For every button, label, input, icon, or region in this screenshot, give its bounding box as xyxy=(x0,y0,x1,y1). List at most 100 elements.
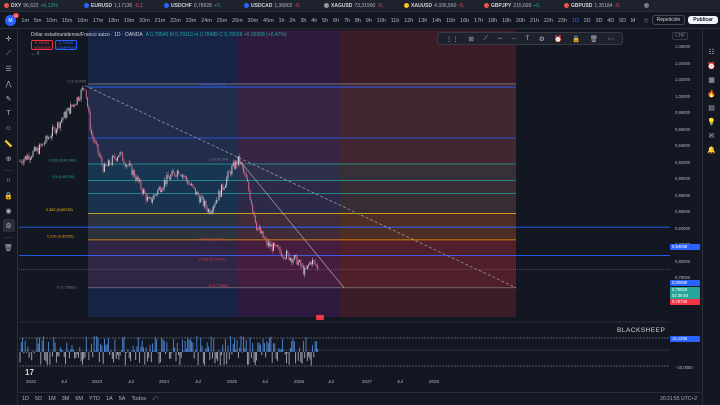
alert-icon[interactable]: ⏰ xyxy=(554,35,562,43)
watchlist-icon[interactable]: ☷ xyxy=(708,48,714,56)
timeframe-12h[interactable]: 12h xyxy=(402,18,416,24)
timeframe-16h[interactable]: 16h xyxy=(458,18,472,24)
timeframe-20h[interactable]: 20h xyxy=(514,18,528,24)
ruler-icon[interactable]: 📏 xyxy=(3,137,15,150)
timeframe-21h[interactable]: 21h xyxy=(528,18,542,24)
timeframe-11h[interactable]: 11h xyxy=(388,18,402,24)
ticker-item[interactable]: EURUSD 1,17136 -0,1 xyxy=(80,3,160,9)
timeframe-10h[interactable]: 10h xyxy=(374,18,388,24)
timeframe-5D[interactable]: 5D xyxy=(617,18,629,24)
timeframe-14h[interactable]: 14h xyxy=(430,18,444,24)
timeframe-3D[interactable]: 3D xyxy=(593,18,605,24)
timeframe-16m[interactable]: 16m xyxy=(75,18,90,24)
alerts-icon[interactable]: ⏰ xyxy=(707,62,716,70)
replay-button[interactable]: Repetición xyxy=(651,15,686,25)
timeframe-4h[interactable]: 4h xyxy=(309,18,320,24)
data-window-icon[interactable]: ▦ xyxy=(708,76,715,84)
range-YTD[interactable]: YTD xyxy=(86,396,103,402)
camera-icon[interactable]: ◎ xyxy=(643,17,648,24)
timeframe-23m[interactable]: 23m xyxy=(183,18,198,24)
currency-label[interactable]: CHF xyxy=(672,32,689,40)
timeframe-3h[interactable]: 3h xyxy=(298,18,309,24)
line-width-icon[interactable]: ─ xyxy=(498,35,503,42)
template-icon[interactable]: ⊞ xyxy=(468,35,473,43)
lock-icon[interactable]: 🔒 xyxy=(572,35,580,43)
timeframe-1D[interactable]: 1D xyxy=(569,18,581,24)
ticker-item[interactable]: GBPJPY 215,690 +0, xyxy=(480,3,560,9)
timeframe-2h[interactable]: 2h xyxy=(287,18,298,24)
range-3M[interactable]: 3M xyxy=(59,396,73,402)
text-color-icon[interactable]: T xyxy=(525,35,529,42)
user-avatar[interactable]: M 11 xyxy=(5,13,19,26)
timeframe-30m[interactable]: 30m xyxy=(245,18,260,24)
ticker-item[interactable]: USDCHF 0,78928 +0, xyxy=(160,3,240,9)
range-5D[interactable]: 5D xyxy=(32,396,45,402)
range-1D[interactable]: 1D xyxy=(19,396,32,402)
hotlist-icon[interactable]: 🔥 xyxy=(707,90,716,98)
calendar-icon[interactable]: ▤ xyxy=(708,104,715,112)
timeframe-19h[interactable]: 19h xyxy=(500,18,514,24)
line-style-icon[interactable]: ┄ xyxy=(512,35,516,43)
timeframe-25m[interactable]: 25m xyxy=(214,18,229,24)
timeframe-17m[interactable]: 17m xyxy=(90,18,105,24)
delete-icon[interactable]: 🗑 xyxy=(590,35,598,43)
eye-icon[interactable]: ◉ xyxy=(3,204,15,217)
sell-button[interactable]: 0,78928 VENDER xyxy=(31,40,53,50)
range-1M[interactable]: 1M xyxy=(45,396,59,402)
timeframe-4D[interactable]: 4D xyxy=(605,18,617,24)
timeframe-5m[interactable]: 5m xyxy=(31,18,43,24)
trash-icon[interactable]: 🗑 xyxy=(3,241,15,254)
range-6M[interactable]: 6M xyxy=(72,396,86,402)
publish-button[interactable]: Publicar xyxy=(688,16,718,24)
drag-handle-icon[interactable]: ⋮⋮ xyxy=(446,35,459,43)
collapse-legend-button[interactable]: ⌄ 4 xyxy=(31,51,287,57)
trend-line-icon[interactable]: ⟋ xyxy=(3,47,15,60)
clock-display[interactable]: 20:21:55 UTC+2 xyxy=(660,396,697,402)
range-Todos[interactable]: Todos xyxy=(128,396,149,402)
timeframe-24m[interactable]: 24m xyxy=(199,18,214,24)
ticker-item[interactable]: XAGUSD 73,31900 -0, xyxy=(320,3,400,9)
pattern-icon[interactable]: ⋀ xyxy=(3,77,15,90)
timeframe-7h[interactable]: 7h xyxy=(342,18,353,24)
lock-icon[interactable]: 🔒 xyxy=(3,189,15,202)
timeframe-9h[interactable]: 9h xyxy=(363,18,374,24)
timeframe-13h[interactable]: 13h xyxy=(416,18,430,24)
timeframe-18h[interactable]: 18h xyxy=(486,18,500,24)
timeframe-1m[interactable]: 1m xyxy=(19,18,31,24)
timeframe-M[interactable]: M xyxy=(628,18,637,24)
timeframe-21m[interactable]: 21m xyxy=(152,18,167,24)
buy-button[interactable]: 0,78938 COMPRAR xyxy=(55,40,77,50)
go-to-date-icon[interactable]: ⤺ xyxy=(152,396,158,403)
timeframe-6h[interactable]: 6h xyxy=(331,18,342,24)
timeframe-5h[interactable]: 5h xyxy=(320,18,331,24)
timeframe-1h[interactable]: 1h xyxy=(276,18,287,24)
timeframe-19m[interactable]: 19m xyxy=(121,18,136,24)
range-1A[interactable]: 1A xyxy=(103,396,116,402)
timeframe-45m[interactable]: 45m xyxy=(261,18,276,24)
ticker-item[interactable]: XAUUSD 4.336,560 -0, xyxy=(400,3,480,9)
magnet-icon[interactable]: ∩ xyxy=(3,174,15,187)
settings-icon[interactable]: ⚙ xyxy=(539,35,545,43)
timeframe-8h[interactable]: 8h xyxy=(352,18,363,24)
timeframe-18m[interactable]: 18m xyxy=(106,18,121,24)
line-color-icon[interactable]: ⟋ xyxy=(483,35,488,43)
notifications-icon[interactable]: 🔔 xyxy=(707,146,716,154)
ticker-item[interactable]: DXY 96,622 +0,13% xyxy=(0,3,80,9)
timeframe-22h[interactable]: 22h xyxy=(541,18,555,24)
ticker-item[interactable]: GBPUSD 1,35184 -0, xyxy=(560,3,640,9)
ideas-icon[interactable]: 💡 xyxy=(707,118,716,126)
chat-icon[interactable]: ✉ xyxy=(709,132,715,140)
timeframe-22m[interactable]: 22m xyxy=(168,18,183,24)
price-scale[interactable]: CHF 1,06000 1,04000 1,02000 1,00000 0,98000 0… xyxy=(670,30,702,392)
timeframe-20m[interactable]: 20m xyxy=(137,18,152,24)
price-chart-svg[interactable]: 1 (1,01405) 0,618 (0,91746) 0,5 (0,89735) 0… xyxy=(19,30,670,392)
ticker-item[interactable]: USDCAD 1,36802 -0, xyxy=(240,3,320,9)
timeframe-15m[interactable]: 15m xyxy=(59,18,74,24)
timeframe-15h[interactable]: 15h xyxy=(444,18,458,24)
timeframe-2D[interactable]: 2D xyxy=(581,18,593,24)
chart-area[interactable]: 1 (1,01405) 0,618 (0,91746) 0,5 (0,89735) 0… xyxy=(19,30,670,392)
ticker-item[interactable] xyxy=(640,3,720,8)
time-axis[interactable]: 2022 Jul 2023 Jul 2024 Jul 2025 Jul 2026 Jul 2027 J… xyxy=(19,378,670,388)
crosshair-icon[interactable]: ✛ xyxy=(3,32,15,45)
timeframe-17h[interactable]: 17h xyxy=(472,18,486,24)
